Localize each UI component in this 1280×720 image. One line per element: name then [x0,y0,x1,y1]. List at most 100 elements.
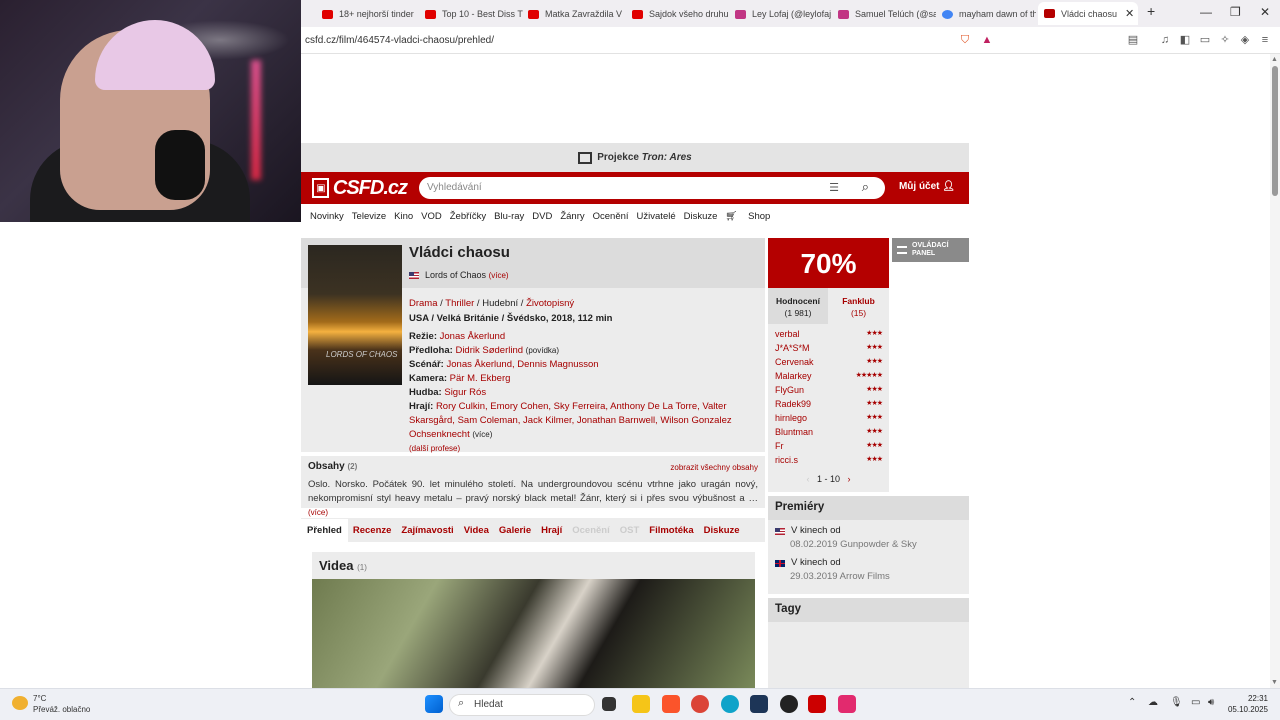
steam-icon[interactable] [780,695,798,713]
browser-tab[interactable]: Samuel Telúch (@sa [838,4,936,24]
tiktok-icon[interactable] [838,695,856,713]
leo-ai-icon[interactable]: ✧ [1218,33,1232,47]
scrollbar-thumb[interactable] [1272,66,1278,196]
user-name[interactable]: Malarkey [775,371,812,385]
user-name[interactable]: Bluntman [775,427,813,441]
tab-prehled[interactable]: Přehled [301,518,348,542]
search-input[interactable]: Vyhledávání [427,182,482,193]
scrollbar[interactable]: ▲ ▼ [1270,54,1280,688]
music-icon[interactable]: ♫ [1158,33,1172,47]
file-explorer-icon[interactable] [632,695,650,713]
browser-tab[interactable]: Sajdok všeho druhu [632,4,730,24]
user-rating-row[interactable]: verbal ★★★ [775,329,883,343]
browser-tab[interactable]: Ley Lofaj (@leylofaj [735,4,833,24]
edge-icon[interactable] [721,695,739,713]
promo-banner[interactable]: Projekce Tron: Ares [301,143,969,172]
close-window-icon[interactable]: ✕ [1260,5,1270,19]
tab-diskuze[interactable]: Diskuze [704,525,740,536]
microphone-icon [155,130,205,200]
start-icon[interactable] [425,695,443,713]
sidebar-icon[interactable]: ◧ [1178,33,1192,47]
user-rating-row[interactable]: J*A*S*M ★★★ [775,343,883,357]
new-tab-button[interactable]: + [1147,3,1155,19]
user-name[interactable]: Radek99 [775,399,811,413]
volume-icon[interactable]: 🔊︎ [1208,697,1214,708]
nav-bluray[interactable]: Blu-ray [494,211,524,222]
minimize-icon[interactable]: — [1200,5,1212,19]
nav-dvd[interactable]: DVD [532,211,552,222]
tray-chevron-icon[interactable]: ⌃ [1128,697,1136,708]
nav-uzivatele[interactable]: Uživatelé [637,211,676,222]
user-rating-row[interactable]: Radek99 ★★★ [775,399,883,413]
network-icon[interactable]: ☁ [1148,697,1158,708]
brave-icon[interactable] [662,695,680,713]
nav-oceneni[interactable]: Ocenění [593,211,629,222]
close-tab-icon[interactable]: ✕ [1125,7,1134,20]
vpn-icon[interactable]: ◈ [1238,33,1252,47]
taskbar-search[interactable]: ⌕ Hledat [449,694,595,716]
reader-icon[interactable]: ▤ [1126,33,1140,47]
nav-zebricky[interactable]: Žebříčky [450,211,486,222]
user-name[interactable]: FlyGun [775,385,804,399]
tab-fanklub[interactable]: Fanklub (15) [828,288,889,324]
tab-videa[interactable]: Videa [464,525,489,536]
weather-icon [12,696,28,710]
nav-kino[interactable]: Kino [394,211,413,222]
chrome-icon[interactable] [691,695,709,713]
control-panel-button[interactable]: OVLÁDACÍ PANEL [892,238,969,262]
user-rating-row[interactable]: Malarkey ★★★★★ [775,371,883,385]
browser-tab-active[interactable]: Vládci chaosu ✕ [1038,2,1138,25]
next-page-icon[interactable]: › [848,474,851,484]
tab-zajimavosti[interactable]: Zajímavosti [401,525,453,536]
user-name[interactable]: Cervenak [775,357,814,371]
nav-shop[interactable]: 🛒︎ Shop [725,211,778,222]
user-name[interactable]: ricci.s [775,455,798,469]
task-view-icon[interactable] [602,697,616,711]
rewards-icon[interactable]: ▲ [980,33,994,47]
browser-tab[interactable]: Matka Zavraždila V [528,4,626,24]
brave-shield-icon[interactable]: ⛉ [958,33,972,47]
mic-icon[interactable]: 🎙︎ [1170,697,1183,708]
csfd-logo[interactable]: ▣ CSFD.cz [312,176,408,200]
show-all-plots-link[interactable]: zobrazit všechny obsahy [670,463,758,472]
nav-diskuze[interactable]: Diskuze [684,211,718,222]
app-icon[interactable] [808,695,826,713]
browser-tab[interactable]: 18+ nejhorší tinder [322,4,420,24]
url-field[interactable]: csfd.cz/film/464574-vladci-chaosu/prehle… [305,35,494,46]
browser-tab[interactable]: Top 10 - Best Diss Tr [425,4,523,24]
user-name[interactable]: verbal [775,329,800,343]
weather-widget[interactable]: 7°C Převáž. oblačno [12,693,90,715]
nav-televize[interactable]: Televize [352,211,386,222]
tab-recenze[interactable]: Recenze [353,525,392,536]
menu-icon[interactable]: ≡ [1258,33,1272,47]
user-rating-row[interactable]: Fr ★★★ [775,441,883,455]
tab-filmoteka[interactable]: Filmotéka [649,525,693,536]
user-rating-row[interactable]: Bluntman ★★★ [775,427,883,441]
display-icon[interactable]: ▭ [1191,697,1200,708]
star-rating-icon: ★★★ [866,386,883,393]
user-name[interactable]: Fr [775,441,784,455]
user-name[interactable]: hirnlego [775,413,807,427]
user-rating-row[interactable]: hirnlego ★★★ [775,413,883,427]
user-rating-row[interactable]: FlyGun ★★★ [775,385,883,399]
clock[interactable]: 22:31 05.10.2025 [1228,693,1268,715]
nav-zanry[interactable]: Žánry [560,211,584,222]
search-icon[interactable]: ⌕ [862,179,869,195]
nav-vod[interactable]: VOD [421,211,442,222]
tab-galerie[interactable]: Galerie [499,525,531,536]
user-name[interactable]: J*A*S*M [775,343,810,357]
search-box[interactable]: Vyhledávání ☰ ⌕ [419,177,885,199]
maximize-icon[interactable]: ❐ [1230,5,1241,19]
tab-hodnoceni[interactable]: Hodnocení (1 981) [768,288,828,324]
browser-tab[interactable]: mayham dawn of th [942,4,1036,24]
film-poster[interactable]: LORDS OF CHAOS [308,245,402,385]
video-thumbnail[interactable] [312,579,755,689]
filter-icon[interactable]: ☰ [829,181,839,194]
user-rating-row[interactable]: Cervenak ★★★ [775,357,883,371]
app-icon[interactable] [750,695,768,713]
tab-hraji[interactable]: Hrají [541,525,562,536]
account-link[interactable]: Můj účet 👤︎ [899,181,955,192]
nav-novinky[interactable]: Novinky [310,211,344,222]
user-rating-row[interactable]: ricci.s ★★★ [775,455,883,469]
wallet-icon[interactable]: ▭ [1198,33,1212,47]
